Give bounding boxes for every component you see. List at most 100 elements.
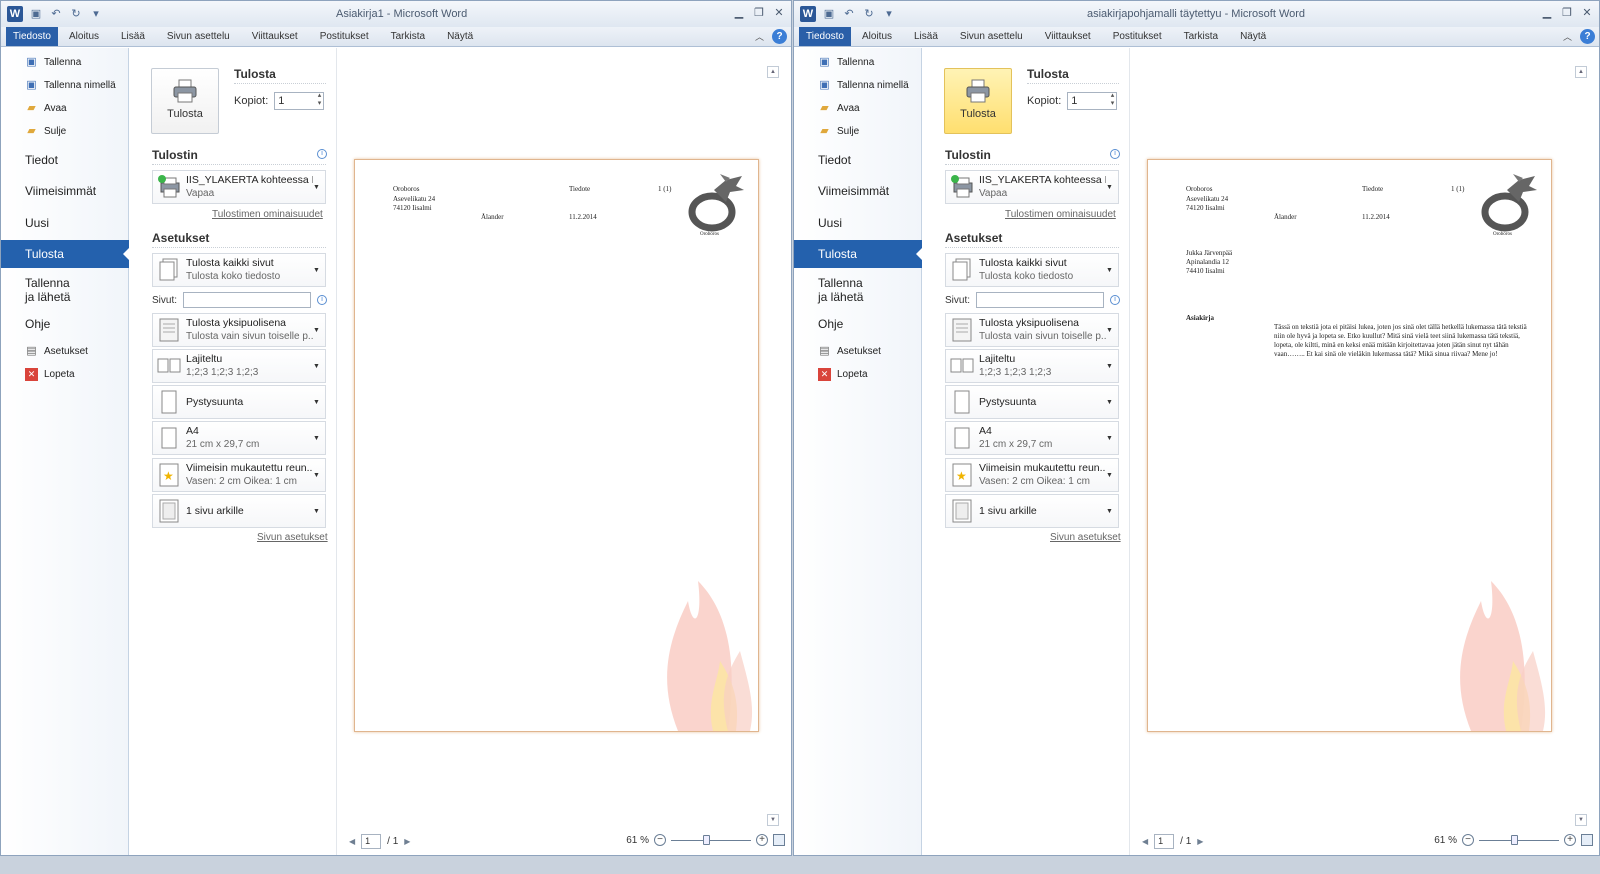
zoom-slider[interactable] <box>671 834 751 845</box>
ribbon-minimize-icon[interactable]: ︿ <box>1563 30 1572 43</box>
print-range-dropdown[interactable]: Tulosta kaikki sivut Tulosta koko tiedost… <box>945 253 1119 287</box>
nav-save[interactable]: ▣ Tallenna <box>25 56 128 69</box>
preview-scrollbar[interactable]: ▲ ▼ <box>1575 66 1587 826</box>
paper-size-dropdown[interactable]: A4 21 cm x 29,7 cm ▼ <box>945 421 1119 455</box>
nav-recent[interactable]: Viimeisimmät <box>25 184 96 198</box>
printer-properties-link[interactable]: Tulostimen ominaisuudet <box>1005 209 1116 220</box>
nav-save-send[interactable]: Tallenna ja lähetä <box>25 276 70 304</box>
close-icon[interactable]: ✕ <box>1581 6 1593 19</box>
minimize-icon[interactable]: ▁ <box>733 6 745 19</box>
scroll-down-icon[interactable]: ▼ <box>1575 814 1587 826</box>
scroll-up-icon[interactable]: ▲ <box>767 66 779 78</box>
nav-save-as[interactable]: ▣ Tallenna nimellä <box>818 79 921 92</box>
customize-qat-icon[interactable]: ▾ <box>882 7 896 21</box>
tab-insert[interactable]: Lisää <box>110 27 156 46</box>
print-button[interactable]: Tulosta <box>944 68 1012 134</box>
nav-new[interactable]: Uusi <box>25 216 49 230</box>
nav-info[interactable]: Tiedot <box>818 153 851 167</box>
zoom-to-page-icon[interactable] <box>773 834 785 846</box>
tab-references[interactable]: Viittaukset <box>1034 27 1102 46</box>
prev-page-icon[interactable]: ◀ <box>1142 837 1148 846</box>
nav-open[interactable]: ▰ Avaa <box>25 102 128 115</box>
tab-home[interactable]: Aloitus <box>58 27 110 46</box>
nav-info[interactable]: Tiedot <box>25 153 58 167</box>
redo-icon[interactable]: ↻ <box>862 7 876 21</box>
undo-icon[interactable]: ↶ <box>842 7 856 21</box>
printer-dropdown[interactable]: IIS_YLAKERTA kohteessa IIS...Vapaa ▼ <box>152 170 326 204</box>
preview-scrollbar[interactable]: ▲ ▼ <box>767 66 779 826</box>
zoom-slider[interactable] <box>1479 834 1559 845</box>
word-logo-icon[interactable]: W <box>800 6 816 22</box>
nav-close[interactable]: ▰ Sulje <box>818 125 921 138</box>
nav-recent[interactable]: Viimeisimmät <box>818 184 889 198</box>
tab-page-layout[interactable]: Sivun asettelu <box>156 27 241 46</box>
tab-mailings[interactable]: Postitukset <box>1102 27 1173 46</box>
copies-stepper[interactable]: 1 <box>274 92 325 110</box>
prev-page-icon[interactable]: ◀ <box>349 837 355 846</box>
pages-input[interactable] <box>183 292 312 308</box>
tab-view[interactable]: Näytä <box>1229 27 1277 46</box>
nav-exit[interactable]: ✕ Lopeta <box>25 368 128 381</box>
print-range-dropdown[interactable]: Tulosta kaikki sivut Tulosta koko tiedost… <box>152 253 326 287</box>
info-icon[interactable]: i <box>317 295 327 305</box>
pages-per-sheet-dropdown[interactable]: 1 sivu arkille ▼ <box>945 494 1119 528</box>
orientation-dropdown[interactable]: Pystysuunta ▼ <box>945 385 1119 419</box>
help-icon[interactable]: ? <box>1580 29 1595 44</box>
collation-dropdown[interactable]: Lajiteltu 1;2;3 1;2;3 1;2;3 ▼ <box>945 349 1119 383</box>
nav-new[interactable]: Uusi <box>818 216 842 230</box>
nav-exit[interactable]: ✕ Lopeta <box>818 368 921 381</box>
collation-dropdown[interactable]: Lajiteltu 1;2;3 1;2;3 1;2;3 ▼ <box>152 349 326 383</box>
nav-print[interactable]: Tulosta <box>794 240 923 268</box>
paper-size-dropdown[interactable]: A4 21 cm x 29,7 cm ▼ <box>152 421 326 455</box>
zoom-out-icon[interactable]: − <box>654 834 666 846</box>
nav-open[interactable]: ▰ Avaa <box>818 102 921 115</box>
undo-icon[interactable]: ↶ <box>49 7 63 21</box>
nav-save-as[interactable]: ▣ Tallenna nimellä <box>25 79 128 92</box>
scroll-up-icon[interactable]: ▲ <box>1575 66 1587 78</box>
restore-icon[interactable]: ❐ <box>1561 6 1573 19</box>
save-icon[interactable]: ▣ <box>822 7 836 21</box>
printer-dropdown[interactable]: IIS_YLAKERTA kohteessa IIS...Vapaa ▼ <box>945 170 1119 204</box>
tab-file[interactable]: Tiedosto <box>6 27 58 46</box>
nav-options[interactable]: ▤ Asetukset <box>25 345 128 358</box>
info-icon[interactable]: i <box>1110 149 1120 159</box>
tab-view[interactable]: Näytä <box>436 27 484 46</box>
page-setup-link[interactable]: Sivun asetukset <box>1050 532 1121 543</box>
info-icon[interactable]: i <box>317 149 327 159</box>
zoom-in-icon[interactable]: + <box>756 834 768 846</box>
restore-icon[interactable]: ❐ <box>753 6 765 19</box>
orientation-dropdown[interactable]: Pystysuunta ▼ <box>152 385 326 419</box>
copies-stepper[interactable]: 1 <box>1067 92 1118 110</box>
nav-save-send[interactable]: Tallenna ja lähetä <box>818 276 863 304</box>
nav-save[interactable]: ▣ Tallenna <box>818 56 921 69</box>
sides-dropdown[interactable]: Tulosta yksipuolisena Tulosta vain sivun … <box>152 313 326 347</box>
nav-close[interactable]: ▰ Sulje <box>25 125 128 138</box>
nav-help[interactable]: Ohje <box>818 317 843 331</box>
tab-insert[interactable]: Lisää <box>903 27 949 46</box>
next-page-icon[interactable]: ▶ <box>404 837 410 846</box>
print-button[interactable]: Tulosta <box>151 68 219 134</box>
current-page-input[interactable]: 1 <box>361 834 382 849</box>
tab-home[interactable]: Aloitus <box>851 27 903 46</box>
zoom-out-icon[interactable]: − <box>1462 834 1474 846</box>
zoom-level[interactable]: 61 % <box>626 835 649 846</box>
pages-input[interactable] <box>976 292 1105 308</box>
sides-dropdown[interactable]: Tulosta yksipuolisena Tulosta vain sivun … <box>945 313 1119 347</box>
next-page-icon[interactable]: ▶ <box>1197 837 1203 846</box>
nav-print[interactable]: Tulosta <box>1 240 130 268</box>
margins-dropdown[interactable]: ★ Viimeisin mukautettu reun... Vasen: 2 cm… <box>945 458 1119 492</box>
close-icon[interactable]: ✕ <box>773 6 785 19</box>
info-icon[interactable]: i <box>1110 295 1120 305</box>
nav-options[interactable]: ▤ Asetukset <box>818 345 921 358</box>
customize-qat-icon[interactable]: ▾ <box>89 7 103 21</box>
minimize-icon[interactable]: ▁ <box>1541 6 1553 19</box>
save-icon[interactable]: ▣ <box>29 7 43 21</box>
current-page-input[interactable]: 1 <box>1154 834 1175 849</box>
nav-help[interactable]: Ohje <box>25 317 50 331</box>
help-icon[interactable]: ? <box>772 29 787 44</box>
ribbon-minimize-icon[interactable]: ︿ <box>755 30 764 43</box>
margins-dropdown[interactable]: ★ Viimeisin mukautettu reun... Vasen: 2 cm… <box>152 458 326 492</box>
tab-mailings[interactable]: Postitukset <box>309 27 380 46</box>
scroll-down-icon[interactable]: ▼ <box>767 814 779 826</box>
tab-file[interactable]: Tiedosto <box>799 27 851 46</box>
